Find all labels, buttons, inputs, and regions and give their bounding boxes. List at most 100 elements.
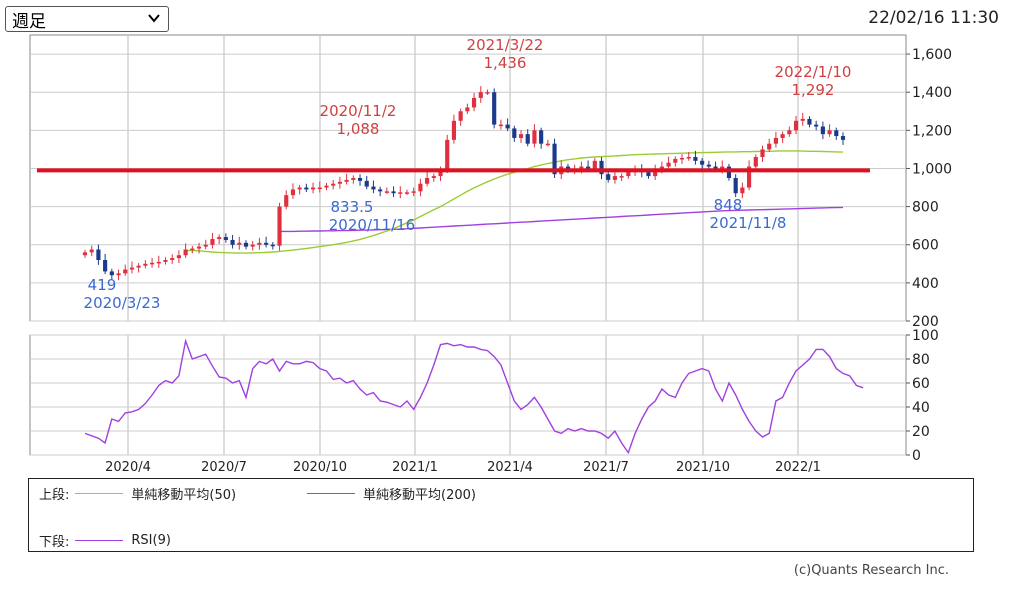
candle-body bbox=[337, 181, 342, 184]
candle-body bbox=[612, 176, 618, 180]
annotation-value: 1,292 bbox=[792, 81, 835, 99]
price-tick-label: 1,400 bbox=[912, 85, 952, 101]
rsi-tick-label: 40 bbox=[912, 400, 930, 416]
candle-body bbox=[586, 166, 591, 169]
legend-ma200-label: 単純移動平均(200) bbox=[363, 488, 476, 503]
candle-body bbox=[760, 149, 765, 158]
candle-body bbox=[733, 178, 738, 194]
candle-body bbox=[116, 273, 121, 276]
candle-body bbox=[183, 249, 188, 256]
candle-body bbox=[156, 261, 161, 264]
legend-ma200-swatch bbox=[307, 493, 355, 494]
candle-body bbox=[753, 157, 758, 167]
candle-body bbox=[525, 134, 530, 144]
rsi-tick-label: 80 bbox=[912, 352, 930, 368]
candle-body bbox=[270, 244, 275, 247]
copyright: (c)Quants Research Inc. bbox=[793, 563, 949, 578]
legend-ma50-swatch bbox=[75, 493, 124, 494]
candle-body bbox=[458, 111, 463, 121]
annotation-value: 848 bbox=[714, 196, 743, 214]
x-tick-label: 2020/10 bbox=[293, 460, 347, 475]
candle-body bbox=[351, 178, 356, 180]
candle-body bbox=[471, 97, 477, 108]
candle-body bbox=[498, 124, 503, 127]
candle-body bbox=[109, 271, 114, 276]
candle-body bbox=[136, 265, 141, 268]
annotation-date: 2020/11/16 bbox=[329, 216, 415, 234]
stock-chart: 2020/4 2020/7 2020/10 2021/1 2021/4 2021/7 202… bbox=[29, 34, 952, 475]
candle-body bbox=[693, 157, 698, 161]
candle-body bbox=[800, 118, 805, 121]
candle-body bbox=[673, 158, 678, 163]
price-tick-label: 1,200 bbox=[912, 123, 952, 139]
annotation-value: 833.5 bbox=[331, 198, 374, 216]
candle-body bbox=[384, 191, 389, 193]
annotation-date: 2020/11/2 bbox=[320, 102, 397, 120]
candle-body bbox=[518, 134, 524, 138]
rsi-tick-label: 100 bbox=[912, 328, 939, 344]
candle-body bbox=[706, 164, 711, 167]
legend-lower-label: 下段: bbox=[39, 535, 70, 550]
x-tick-label: 2020/4 bbox=[105, 460, 151, 475]
candle-body bbox=[686, 157, 691, 159]
candle-body bbox=[465, 107, 470, 112]
candle-body bbox=[129, 267, 135, 270]
candle-body bbox=[539, 130, 544, 144]
candle-body bbox=[780, 134, 785, 138]
candle-body bbox=[170, 258, 175, 260]
legend-rsi-swatch bbox=[75, 540, 124, 541]
candle-body bbox=[834, 130, 839, 137]
candle-body bbox=[626, 172, 631, 177]
candle-body bbox=[89, 249, 94, 253]
candle-body bbox=[425, 178, 430, 184]
price-tick-label: 1,000 bbox=[912, 161, 952, 177]
annotation-date: 2022/1/10 bbox=[775, 63, 852, 81]
candle-body bbox=[217, 237, 222, 240]
x-tick-label: 2021/4 bbox=[487, 460, 533, 475]
x-tick-label: 2020/7 bbox=[201, 460, 247, 475]
legend-upper-label: 上段: bbox=[39, 488, 70, 503]
candle-body bbox=[123, 269, 128, 274]
candle-body bbox=[579, 166, 584, 169]
candle-body bbox=[310, 187, 316, 190]
candle-body bbox=[619, 176, 624, 178]
candle-body bbox=[210, 239, 215, 245]
annotation-date: 2021/3/22 bbox=[467, 36, 544, 54]
candle-body bbox=[371, 186, 376, 190]
candle-body bbox=[485, 92, 490, 94]
candle-body bbox=[827, 130, 832, 135]
candle-body bbox=[344, 179, 349, 182]
price-tick-label: 1,600 bbox=[912, 47, 952, 63]
x-tick-label: 2021/1 bbox=[392, 460, 438, 475]
price-tick-label: 400 bbox=[912, 276, 939, 292]
candle-body bbox=[492, 92, 497, 125]
candle-body bbox=[324, 185, 329, 188]
candle-body bbox=[679, 157, 685, 160]
candle-body bbox=[378, 189, 383, 192]
candle-body bbox=[357, 178, 363, 181]
candle-body bbox=[176, 255, 181, 259]
candle-body bbox=[666, 162, 671, 167]
candle-body bbox=[264, 242, 269, 245]
candle-body bbox=[820, 126, 825, 135]
rsi-tick-label: 60 bbox=[912, 376, 930, 392]
candle-body bbox=[82, 252, 88, 256]
legend-box: 上段: 単純移動平均(50) 単純移動平均(200) 下段: RSI(9) bbox=[28, 478, 974, 552]
rsi-tick-label: 20 bbox=[912, 424, 930, 440]
candle-body bbox=[592, 160, 597, 169]
candle-body bbox=[807, 118, 812, 125]
candle-body bbox=[331, 183, 336, 186]
candle-body bbox=[773, 137, 778, 144]
candle-body bbox=[143, 263, 148, 266]
candle-body bbox=[364, 180, 369, 187]
candle-body bbox=[290, 189, 296, 196]
candle-body bbox=[243, 242, 249, 247]
candle-body bbox=[297, 187, 302, 190]
candle-body bbox=[646, 172, 651, 177]
candle-body bbox=[257, 242, 262, 245]
candle-body bbox=[451, 120, 457, 140]
candle-body bbox=[787, 130, 792, 135]
candle-body bbox=[478, 92, 483, 98]
candle-body bbox=[532, 130, 537, 144]
candle-body bbox=[411, 191, 416, 193]
